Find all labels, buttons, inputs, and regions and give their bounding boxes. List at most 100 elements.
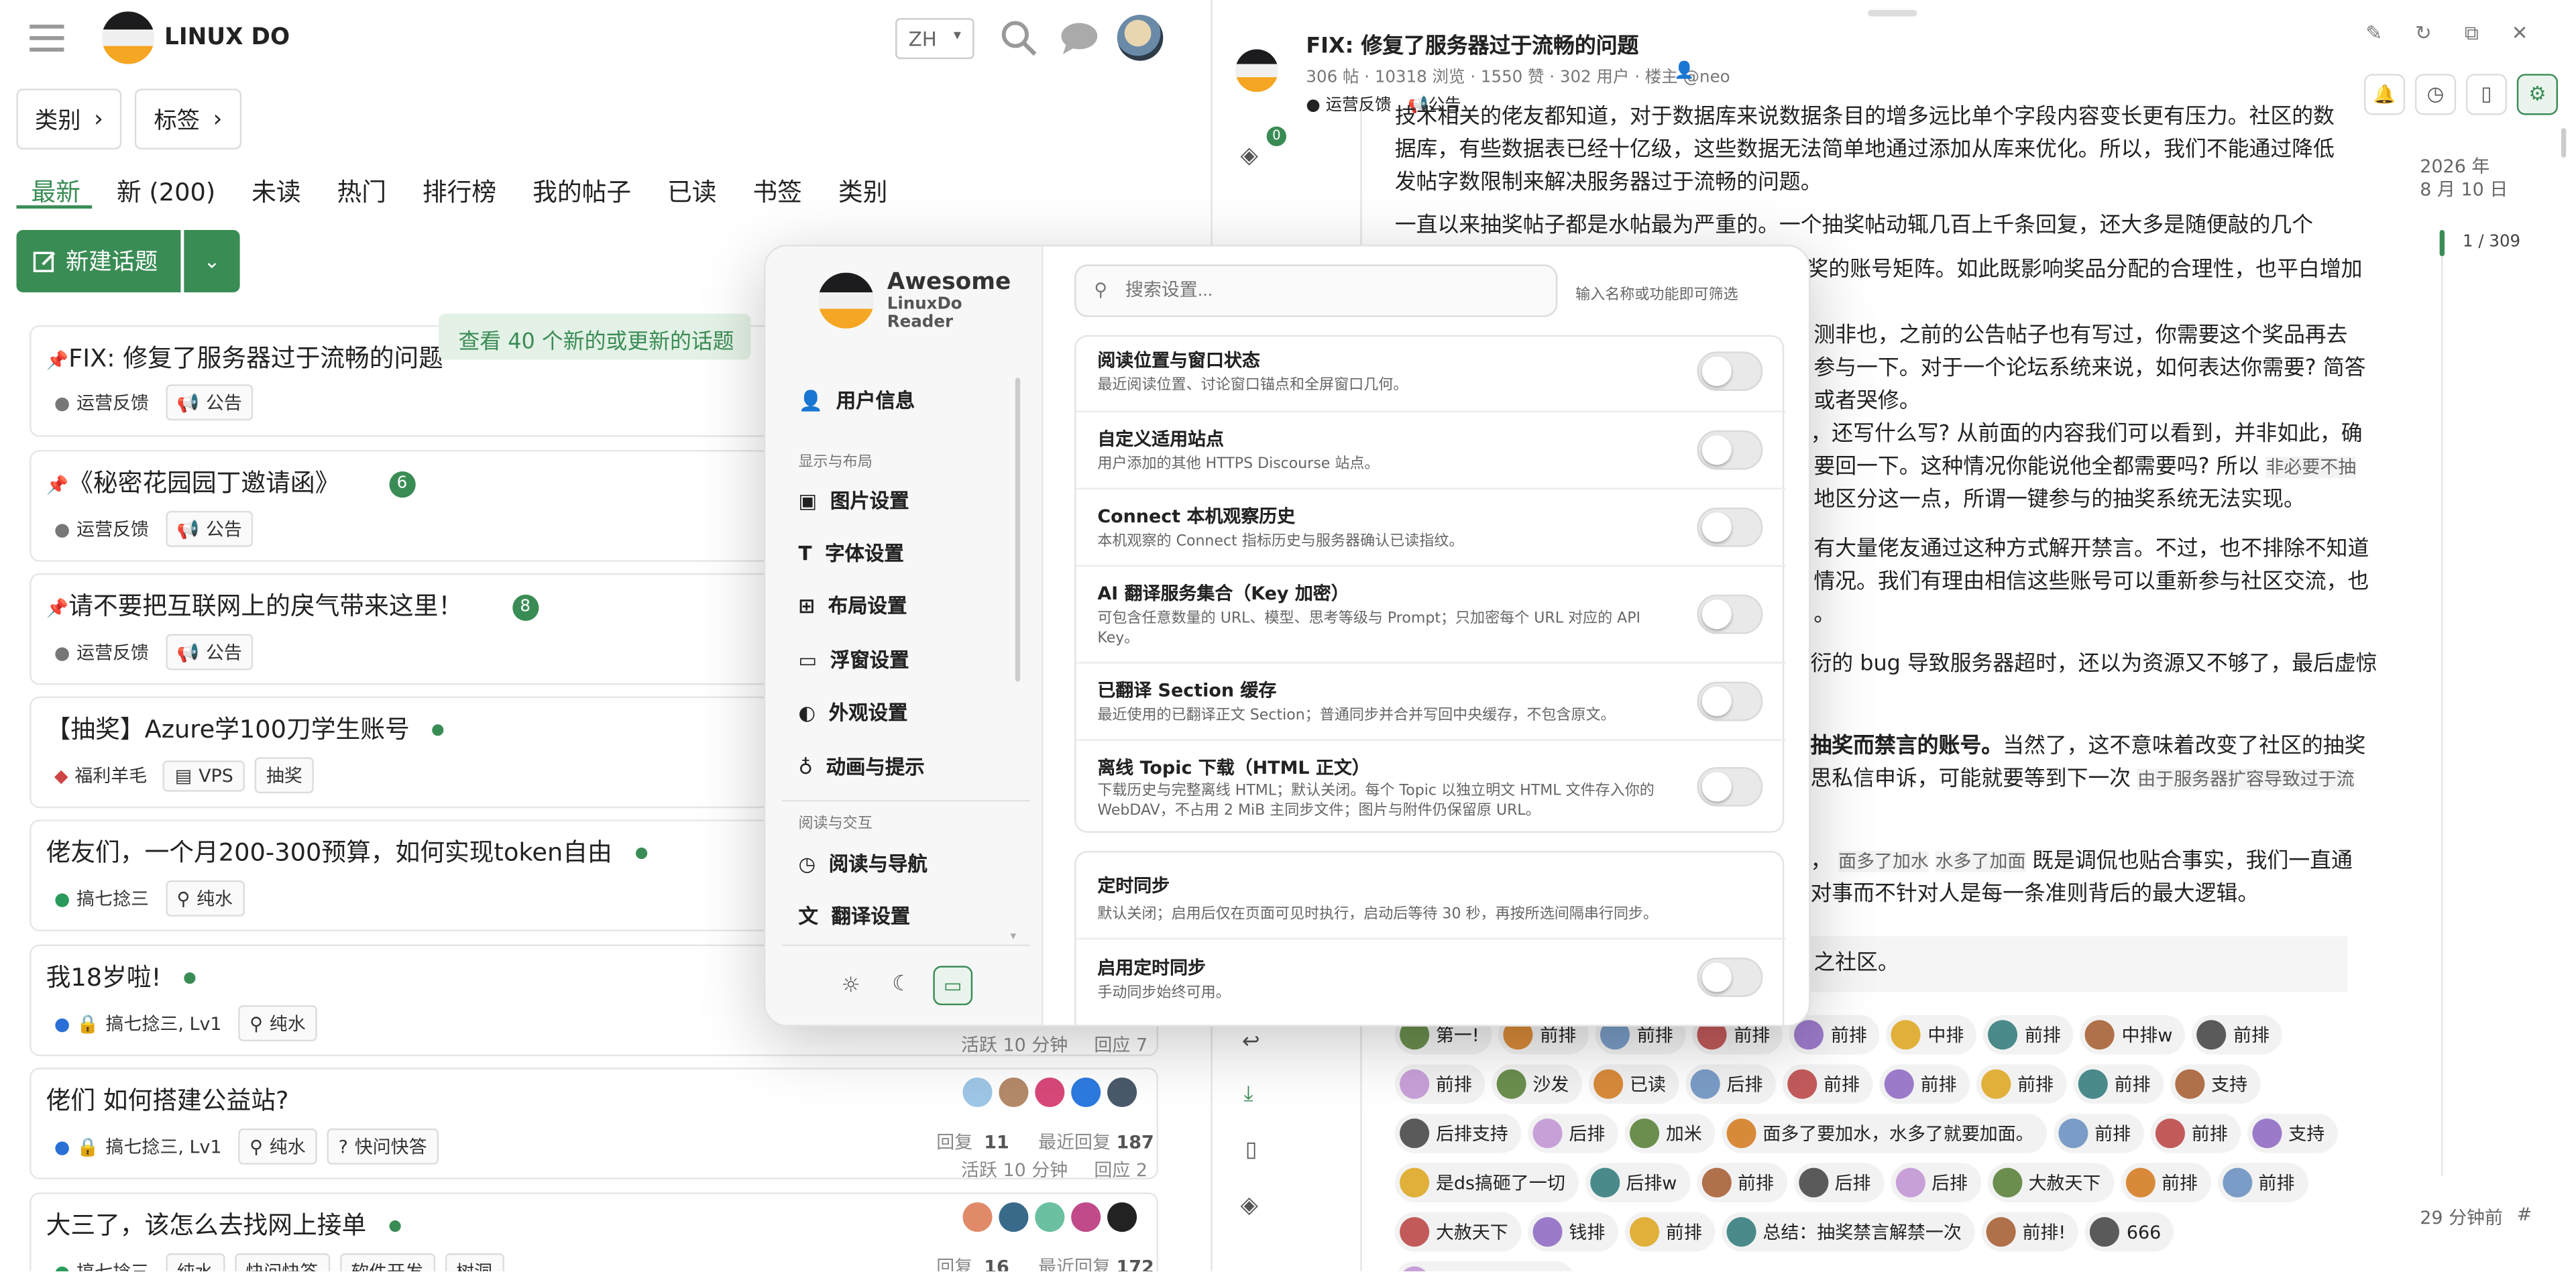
tag-water[interactable]: 纯水 — [165, 1253, 225, 1271]
tab-leaderboard[interactable]: 排行榜 — [423, 178, 496, 207]
tab-unread[interactable]: 未读 — [251, 178, 301, 207]
category-tag[interactable]: ● 运营反馈 — [54, 516, 149, 542]
menu-font-settings[interactable]: T 字体设置 — [799, 538, 904, 567]
avatar[interactable] — [1071, 1077, 1101, 1108]
avatar[interactable] — [999, 1202, 1029, 1232]
unread-count-badge[interactable]: 6 — [388, 470, 416, 498]
tag-announcement[interactable]: 📢公告 — [165, 510, 254, 547]
reply-chip[interactable]: 前排 — [2217, 1163, 2308, 1203]
layers-icon[interactable]: ◈ — [1240, 143, 1257, 169]
reply-chip[interactable]: 后排 — [1528, 1113, 1618, 1153]
category-tag[interactable]: ● 运营反馈 — [1306, 91, 1391, 115]
moon-icon[interactable]: ☾ — [892, 972, 911, 997]
reply-chip[interactable]: 今天是个好日子 — [1394, 1261, 1576, 1271]
reply-chip[interactable]: 总结：抽奖禁言解禁一次 — [1722, 1212, 1975, 1252]
avatar[interactable] — [1035, 1077, 1065, 1108]
tag-water[interactable]: ⚲ 纯水 — [165, 880, 245, 917]
site-title[interactable]: LINUX DO — [164, 25, 290, 51]
close-icon[interactable]: ✕ — [2512, 21, 2528, 46]
tab-bookmarks[interactable]: 书签 — [752, 178, 802, 207]
tag-quick-qa[interactable]: 快问快答 — [234, 1253, 330, 1271]
timeline-handle[interactable] — [2439, 229, 2445, 257]
bell-icon[interactable]: 🔔 — [2363, 74, 2406, 115]
chat-icon[interactable] — [1060, 21, 1098, 54]
hamburger-menu-icon[interactable] — [30, 23, 64, 52]
reply-chip[interactable]: 前排 — [1976, 1064, 2067, 1104]
menu-reading-nav[interactable]: ◷ 阅读与导航 — [799, 849, 928, 877]
drag-handle[interactable] — [1868, 9, 1917, 17]
scrollbar-thumb[interactable] — [2561, 128, 2567, 158]
category-tag[interactable]: ●搞七捻三 — [54, 1258, 149, 1271]
user-avatar[interactable] — [1117, 15, 1164, 61]
toggle-ai-translation[interactable] — [1697, 594, 1763, 634]
tab-latest[interactable]: 最新 — [32, 178, 81, 207]
reply-chip[interactable]: 前排 — [2054, 1113, 2144, 1153]
search-icon[interactable] — [1001, 19, 1037, 56]
tab-top[interactable]: 热门 — [337, 178, 387, 207]
reply-chip[interactable]: 后排支持 — [1394, 1113, 1522, 1153]
language-select[interactable]: ZH ▾ — [895, 17, 974, 60]
layers-icon[interactable]: ◈ — [1240, 1192, 1257, 1218]
new-topic-dropdown-button[interactable]: ⌄ — [184, 229, 240, 293]
topic-row[interactable]: 佬们 如何搭建公益站? ● 🔒 搞七捻三, Lv1 ⚲ 纯水 ? 快问快答 回复 11 … — [30, 1067, 1158, 1181]
toggle-connect-history[interactable] — [1697, 507, 1763, 547]
reply-chip[interactable]: 前排 — [1394, 1064, 1486, 1104]
reply-chip[interactable]: 是ds搞砸了一切 — [1394, 1163, 1579, 1203]
reply-chip[interactable]: 支持 — [2247, 1113, 2338, 1153]
reply-chip[interactable]: 面多了要加水，水多了就要加面。 — [1722, 1113, 2048, 1153]
tag-announcement[interactable]: 📢公告 — [165, 634, 254, 671]
avatar[interactable] — [1071, 1202, 1101, 1232]
topic-title[interactable]: 📌《秘密花园园丁邀请函》 6 — [46, 465, 416, 499]
jump-hash[interactable]: # — [2517, 1204, 2532, 1226]
category-tag[interactable]: ● 运营反馈 — [54, 639, 149, 665]
tab-new[interactable]: 新 (200) — [117, 178, 215, 207]
refresh-icon[interactable]: ↻ — [2415, 21, 2432, 46]
scroll-down-icon[interactable]: ▾ — [1011, 929, 1017, 943]
reply-chip[interactable]: 前排! — [1981, 1212, 2079, 1252]
tab-my-posts[interactable]: 我的帖子 — [533, 178, 631, 207]
reply-chip[interactable]: 沙发 — [1492, 1064, 1582, 1104]
edit-icon[interactable]: ✎ — [2365, 21, 2382, 46]
menu-animation-settings[interactable]: ♁ 动画与提示 — [799, 752, 925, 780]
avatar[interactable] — [962, 1202, 993, 1232]
menu-image-settings[interactable]: ▣ 图片设置 — [799, 486, 909, 514]
avatar[interactable] — [1107, 1202, 1137, 1232]
menu-appearance-settings[interactable]: ◐ 外观设置 — [799, 698, 908, 726]
reply-chip[interactable]: 大赦天下 — [1394, 1212, 1522, 1252]
tags-dropdown[interactable]: 标签 › — [134, 89, 242, 150]
topic-title[interactable]: 大三了，该怎么去找网上接单 — [46, 1207, 401, 1241]
reply-chip[interactable]: 后排 — [1685, 1064, 1777, 1104]
reply-chip[interactable]: 666 — [2085, 1212, 2174, 1252]
reply-chip[interactable]: 中排 — [1887, 1015, 1977, 1055]
site-logo-icon[interactable] — [101, 11, 155, 64]
tag-water[interactable]: ⚲ 纯水 — [238, 1128, 317, 1165]
reply-chip[interactable]: 钱排 — [1528, 1212, 1618, 1252]
toggle-scheduled-sync[interactable] — [1697, 958, 1763, 997]
reply-chip[interactable]: 后排w — [1585, 1163, 1690, 1203]
reply-chip[interactable]: 加米 — [1624, 1113, 1716, 1153]
reply-chip[interactable]: 大赦天下 — [1987, 1163, 2114, 1203]
tab-categories[interactable]: 类别 — [838, 178, 888, 207]
reply-chip[interactable]: 支持 — [2170, 1064, 2261, 1104]
tab-read[interactable]: 已读 — [667, 178, 717, 207]
tag-vps[interactable]: ▤ VPS — [163, 759, 245, 791]
tag-treehole[interactable]: 树洞 — [444, 1253, 504, 1271]
reply-chip[interactable]: 前排 — [2192, 1015, 2283, 1055]
settings-search[interactable]: ⚲ — [1074, 264, 1558, 317]
avatar[interactable] — [1107, 1077, 1137, 1108]
reply-chip[interactable]: 已读 — [1588, 1064, 1679, 1104]
reply-chip[interactable]: 前排 — [1879, 1064, 1970, 1104]
reply-chip[interactable]: 前排 — [2073, 1064, 2164, 1104]
reply-chip[interactable]: 前排 — [2120, 1163, 2211, 1203]
reply-icon[interactable]: ↩ — [1242, 1030, 1260, 1055]
menu-user-info[interactable]: 👤 用户信息 — [799, 386, 915, 414]
tag-lottery[interactable]: 抽奖 — [254, 757, 314, 794]
history-icon[interactable]: ◷ — [2414, 74, 2457, 115]
download-icon[interactable]: ⤓ — [1243, 1082, 1253, 1107]
category-tag[interactable]: ● 运营反馈 — [54, 390, 149, 416]
reply-chip[interactable]: 前排 — [1624, 1212, 1716, 1252]
monitor-icon[interactable]: ▭ — [933, 966, 973, 1006]
avatar[interactable] — [962, 1077, 993, 1108]
open-external-icon[interactable]: ⧉ — [2465, 21, 2479, 46]
reply-chip[interactable]: 前排 — [2150, 1113, 2241, 1153]
